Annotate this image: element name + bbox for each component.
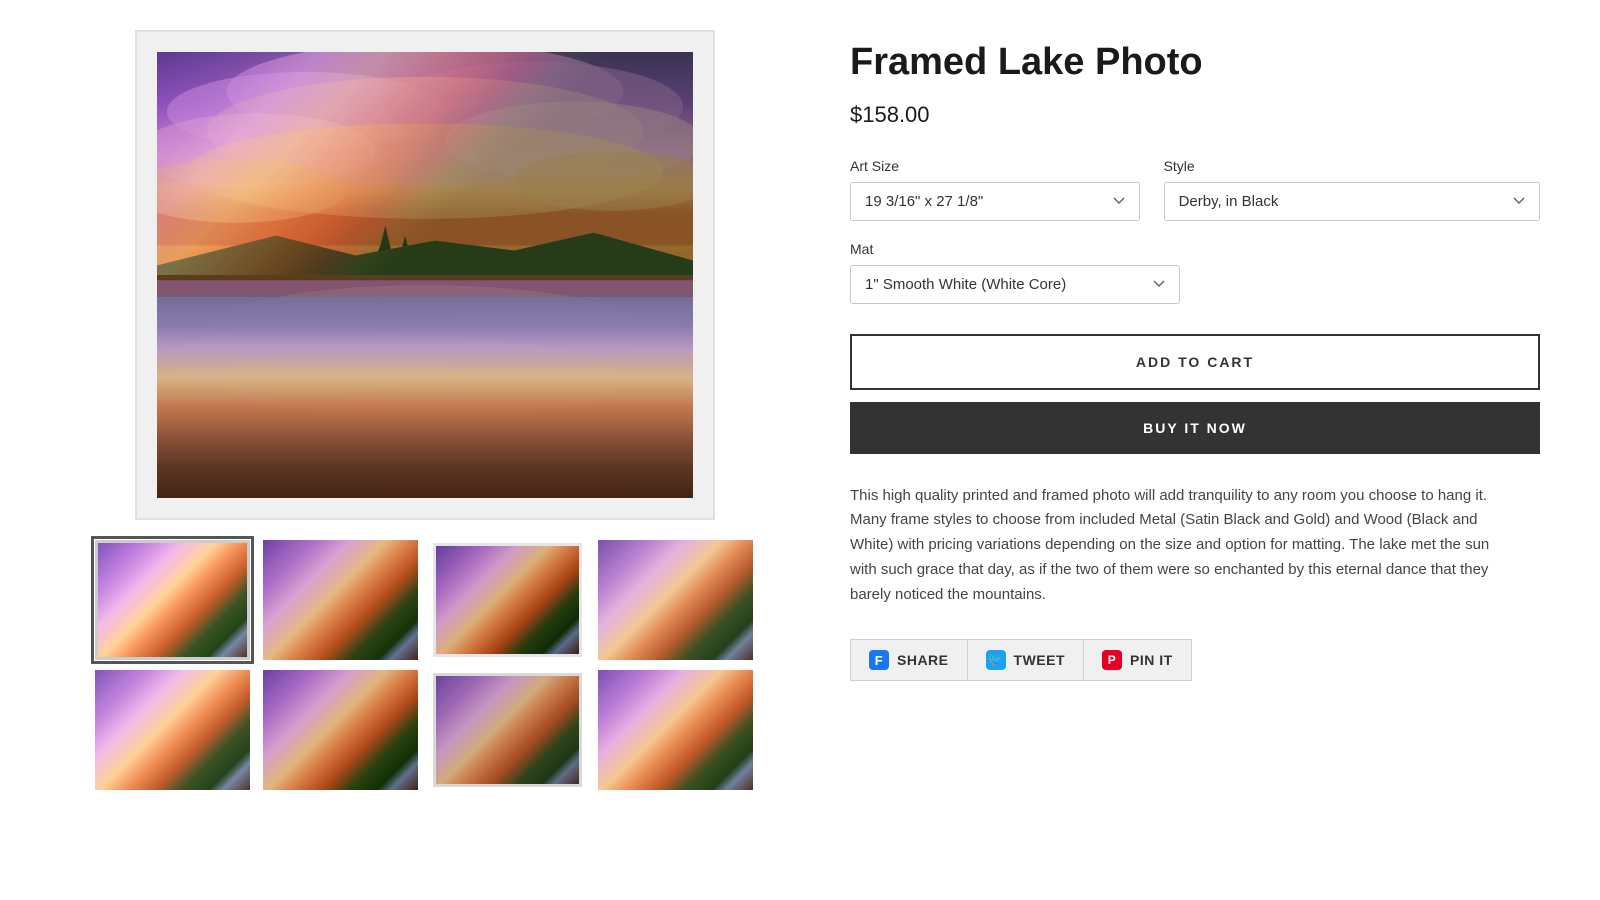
facebook-icon: f <box>869 650 889 670</box>
style-label: Style <box>1164 158 1540 174</box>
art-size-select[interactable]: 19 3/16" x 27 1/8" 13" x 19" 24" x 36" 3… <box>850 182 1140 221</box>
art-size-group: Art Size 19 3/16" x 27 1/8" 13" x 19" 24… <box>850 158 1140 221</box>
social-buttons: f SHARE 🐦 TWEET P PIN IT <box>850 639 1540 681</box>
options-row-1: Art Size 19 3/16" x 27 1/8" 13" x 19" 24… <box>850 158 1540 221</box>
product-description: This high quality printed and framed pho… <box>850 484 1490 608</box>
share-button[interactable]: f SHARE <box>850 639 968 681</box>
page-container: Framed Lake Photo $158.00 Art Size 19 3/… <box>0 0 1600 820</box>
thumbnail-5[interactable] <box>95 670 250 790</box>
share-label: SHARE <box>897 652 949 668</box>
main-product-image <box>157 52 693 498</box>
tweet-button[interactable]: 🐦 TWEET <box>968 639 1085 681</box>
mat-row: Mat 1" Smooth White (White Core) No Mat … <box>850 241 1540 304</box>
thumbnail-6[interactable] <box>263 670 418 790</box>
thumbnail-3[interactable] <box>430 540 585 660</box>
main-image-wrapper <box>135 30 715 520</box>
twitter-icon: 🐦 <box>986 650 1006 670</box>
pin-label: PIN IT <box>1130 652 1173 668</box>
style-group: Style Derby, in Black Derby, in White Me… <box>1164 158 1540 221</box>
thumbnail-5-image <box>95 670 250 790</box>
pin-button[interactable]: P PIN IT <box>1084 639 1192 681</box>
thumbnail-grid <box>95 540 755 790</box>
tweet-label: TWEET <box>1014 652 1066 668</box>
art-size-label: Art Size <box>850 158 1140 174</box>
product-image-svg <box>157 52 693 498</box>
mat-select[interactable]: 1" Smooth White (White Core) No Mat 1" B… <box>850 265 1180 304</box>
thumbnail-2[interactable] <box>263 540 418 660</box>
product-price: $158.00 <box>850 102 1540 128</box>
right-column: Framed Lake Photo $158.00 Art Size 19 3/… <box>850 30 1540 790</box>
add-to-cart-button[interactable]: ADD TO CART <box>850 334 1540 390</box>
pinterest-icon: P <box>1102 650 1122 670</box>
thumbnail-4-image <box>598 540 753 660</box>
thumbnail-7-image <box>433 673 582 787</box>
thumbnail-3-image <box>433 543 582 657</box>
thumbnail-7[interactable] <box>430 670 585 790</box>
thumbnail-8-image <box>598 670 753 790</box>
thumbnail-1-image <box>98 543 247 657</box>
mat-group: Mat 1" Smooth White (White Core) No Mat … <box>850 241 1540 304</box>
product-title: Framed Lake Photo <box>850 40 1540 86</box>
mat-label: Mat <box>850 241 1540 257</box>
style-select[interactable]: Derby, in Black Derby, in White Metal Sa… <box>1164 182 1540 221</box>
mat-select-wrapper: 1" Smooth White (White Core) No Mat 1" B… <box>850 265 1180 304</box>
thumbnail-8[interactable] <box>598 670 753 790</box>
thumbnail-4[interactable] <box>598 540 753 660</box>
buy-it-now-button[interactable]: BUY IT NOW <box>850 402 1540 454</box>
left-column <box>60 30 790 790</box>
thumbnail-1[interactable] <box>95 540 250 660</box>
thumbnail-6-image <box>263 670 418 790</box>
thumbnail-2-image <box>263 540 418 660</box>
